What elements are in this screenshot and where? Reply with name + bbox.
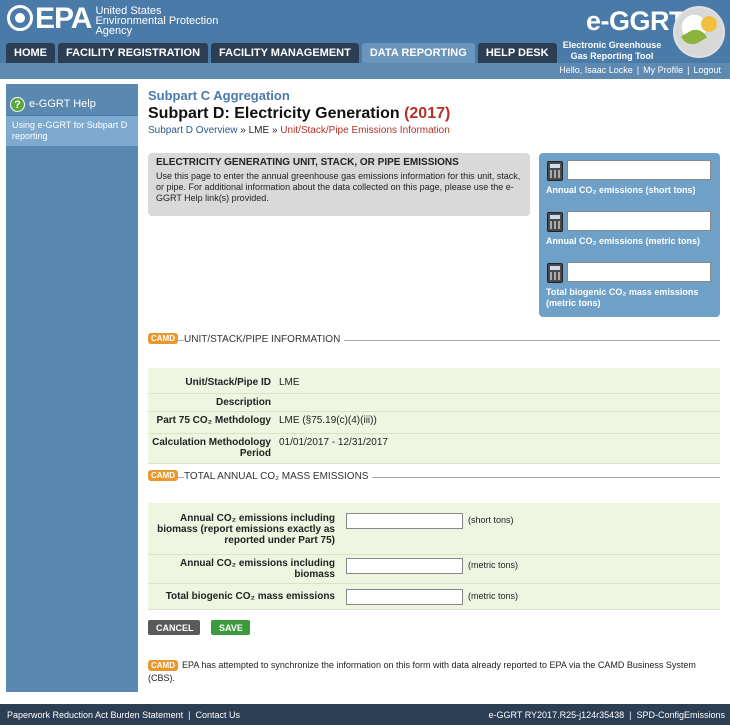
tab-help-desk[interactable]: HELP DESK — [477, 43, 557, 63]
emissions-form: Annual CO₂ emissions including biomass (… — [148, 503, 720, 610]
breadcrumb-lme: LME — [248, 125, 270, 136]
row-value: 01/01/2017 - 12/31/2017 — [279, 437, 388, 448]
emissions-section-header: CAMD TOTAL ANNUAL CO₂ MASS EMISSIONS — [148, 470, 720, 484]
config-label: SPD-ConfigEmissions — [636, 710, 725, 720]
unit-label: (short tons) — [468, 515, 514, 525]
calc-annual-co2-short-tons-field — [567, 160, 711, 180]
instructions-text: Use this page to enter the annual greenh… — [156, 171, 521, 203]
unit-info-table: Unit/Stack/Pipe ID LME Description Part … — [148, 368, 720, 464]
footer: Paperwork Reduction Act Burden Statement… — [0, 704, 730, 725]
app-title: e-GGRT — [586, 6, 686, 36]
sync-note-text: EPA has attempted to synchronize the inf… — [148, 660, 696, 683]
unit-info-section-header: CAMD UNIT/STACK/PIPE INFORMATION — [148, 333, 720, 347]
emissions-row-metric-tons: Annual CO₂ emissions including biomass (… — [148, 555, 720, 584]
camd-badge: CAMD — [148, 470, 178, 481]
calculator-icon[interactable] — [547, 161, 563, 181]
unit-label: (metric tons) — [468, 591, 519, 601]
user-bar: Hello, Isaac Locke | My Profile | Logout — [0, 63, 730, 79]
breadcrumb-current: Unit/Stack/Pipe Emissions Information — [280, 125, 450, 136]
row-label: Part 75 CO₂ Methdology — [156, 415, 271, 426]
row-label: Calculation Methodology Period — [152, 437, 271, 459]
app-subtitle: Electronic Greenhouse Gas Reporting Tool — [562, 40, 662, 61]
sidebar: ? e-GGRT Help Using e-GGRT for Subpart D… — [6, 84, 138, 692]
agency-line-3: Agency — [95, 25, 133, 37]
annual-co2-metric-tons-input[interactable] — [346, 558, 463, 574]
row-label: Unit/Stack/Pipe ID — [185, 377, 271, 388]
biogenic-co2-metric-tons-input[interactable] — [346, 589, 463, 605]
aggregation-label: Subpart C Aggregation — [148, 88, 290, 103]
calc-label: Annual CO₂ emissions (metric tons) — [546, 236, 701, 246]
user-greeting: Hello, Isaac Locke — [559, 65, 633, 75]
save-button[interactable]: SAVE — [211, 620, 250, 635]
breadcrumb: Subpart D Overview » LME » Unit/Stack/Pi… — [148, 125, 450, 136]
row-value: LME — [279, 377, 300, 388]
calc-row-biogenic: Total biogenic CO₂ mass emissions (metri… — [545, 260, 714, 311]
app-header: EPA United States Environmental Protecti… — [0, 0, 730, 63]
tab-home[interactable]: HOME — [6, 43, 55, 63]
calculation-summary-box: Annual CO₂ emissions (short tons) Annual… — [539, 153, 720, 317]
section-title: UNIT/STACK/PIPE INFORMATION — [184, 334, 345, 345]
logout-link[interactable]: Logout — [693, 65, 721, 75]
row-label: Description — [215, 397, 271, 408]
sidebar-help-header[interactable]: ? e-GGRT Help — [6, 84, 138, 116]
row-label: Annual CO₂ emissions including biomass (… — [157, 513, 335, 546]
page-title: Subpart D: Electricity Generation (2017) — [148, 105, 451, 122]
my-profile-link[interactable]: My Profile — [643, 65, 683, 75]
calc-row-metric-tons: Annual CO₂ emissions (metric tons) — [545, 209, 714, 260]
annual-co2-short-tons-input[interactable] — [346, 513, 463, 529]
egg-logo-icon — [673, 6, 725, 58]
epa-flower-icon — [7, 5, 33, 31]
tab-data-reporting[interactable]: DATA REPORTING — [361, 43, 475, 63]
calc-biogenic-co2-field — [567, 262, 711, 282]
row-label: Annual CO₂ emissions including biomass — [179, 558, 335, 580]
instructions-title: ELECTRICITY GENERATING UNIT, STACK, OR P… — [156, 157, 459, 168]
main-nav-tabs: HOME FACILITY REGISTRATION FACILITY MANA… — [6, 43, 557, 63]
table-row: Part 75 CO₂ Methdology LME (§75.19(c)(4)… — [148, 412, 720, 434]
table-row: Calculation Methodology Period 01/01/201… — [148, 434, 720, 464]
version-label: e-GGRT RY2017.R25-j124r35438 — [488, 710, 625, 720]
contact-us-link[interactable]: Contact Us — [195, 710, 240, 720]
calc-label: Annual CO₂ emissions (short tons) — [546, 185, 696, 195]
calc-annual-co2-metric-tons-field — [567, 211, 711, 231]
calculator-icon[interactable] — [547, 263, 563, 283]
camd-badge: CAMD — [148, 333, 178, 344]
section-title: TOTAL ANNUAL CO₂ MASS EMISSIONS — [184, 471, 373, 482]
calculator-icon[interactable] — [547, 212, 563, 232]
epa-mark-text: EPA — [35, 2, 92, 35]
instructions-box: ELECTRICITY GENERATING UNIT, STACK, OR P… — [148, 153, 530, 216]
row-value: LME (§75.19(c)(4)(iii)) — [279, 415, 377, 426]
calc-label: Total biogenic CO₂ mass emissions (metri… — [546, 287, 699, 308]
user-links: Hello, Isaac Locke | My Profile | Logout — [559, 65, 721, 75]
emissions-row-biogenic: Total biogenic CO₂ mass emissions (metri… — [148, 584, 720, 610]
unit-label: (metric tons) — [468, 560, 519, 570]
sidebar-help-label: e-GGRT Help — [29, 98, 96, 110]
epa-logo[interactable]: EPA United States Environmental Protecti… — [7, 2, 218, 37]
tab-facility-management[interactable]: FACILITY MANAGEMENT — [211, 43, 359, 63]
page-heading: Subpart C Aggregation Subpart D: Electri… — [148, 88, 722, 136]
table-row: Unit/Stack/Pipe ID LME — [148, 368, 720, 394]
camd-sync-note: CAMD EPA has attempted to synchronize the… — [148, 659, 720, 684]
burden-statement-link[interactable]: Paperwork Reduction Act Burden Statement — [7, 710, 183, 720]
table-row: Description — [148, 394, 720, 412]
agency-name: United States Environmental Protection A… — [95, 6, 218, 37]
camd-badge: CAMD — [148, 660, 178, 671]
calc-row-short-tons: Annual CO₂ emissions (short tons) — [545, 158, 714, 209]
breadcrumb-subpart-d-overview[interactable]: Subpart D Overview — [148, 125, 237, 136]
help-question-icon: ? — [10, 96, 25, 112]
sidebar-item-subpart-d-help[interactable]: Using e-GGRT for Subpart D reporting — [6, 116, 138, 146]
reporting-year: (2017) — [404, 105, 451, 122]
cancel-button[interactable]: CANCEL — [148, 620, 200, 635]
row-value — [275, 394, 283, 411]
emissions-row-short-tons: Annual CO₂ emissions including biomass (… — [148, 503, 720, 555]
row-label: Total biogenic CO₂ mass emissions — [165, 591, 335, 602]
tab-facility-registration[interactable]: FACILITY REGISTRATION — [58, 43, 209, 63]
